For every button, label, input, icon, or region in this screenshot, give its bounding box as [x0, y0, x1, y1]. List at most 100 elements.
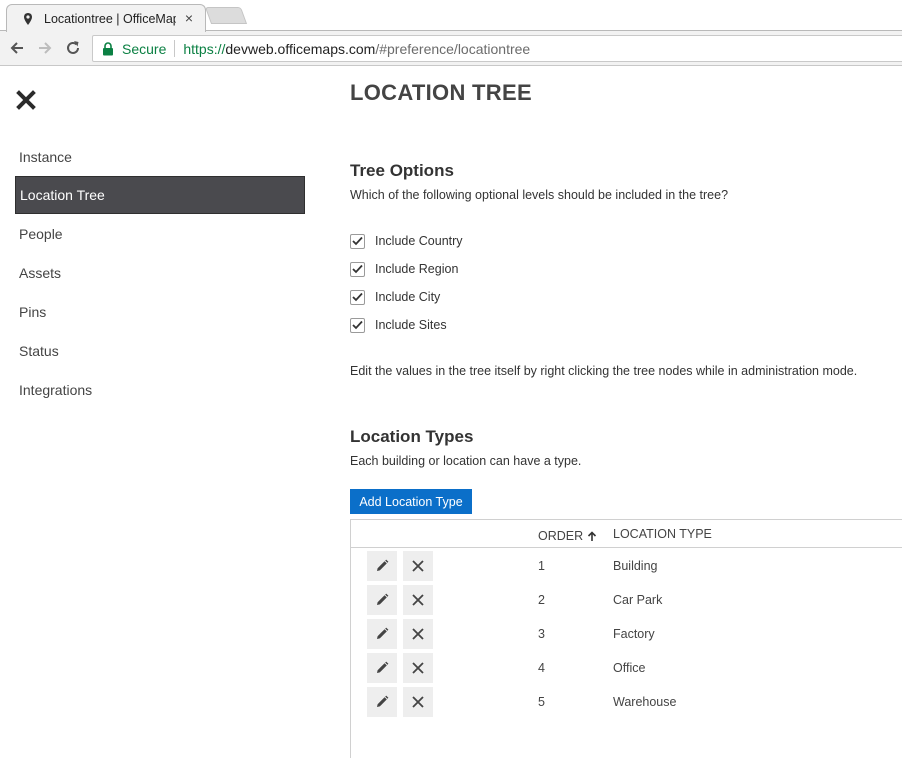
include-city-checkbox[interactable]: Include City [350, 289, 440, 305]
checkbox-label: Include Country [375, 234, 463, 248]
row-location-type: Factory [613, 627, 655, 641]
url-path: /#preference/locationtree [375, 40, 531, 57]
lock-icon [102, 41, 114, 56]
browser-tab[interactable]: Locationtree | OfficeMaps × [6, 4, 206, 32]
row-location-type: Building [613, 559, 658, 573]
row-order: 4 [538, 661, 545, 675]
tab-title: Locationtree | OfficeMaps [44, 11, 176, 26]
close-icon[interactable] [16, 90, 36, 110]
close-icon [412, 628, 424, 640]
close-icon [412, 696, 424, 708]
new-tab-button[interactable] [204, 7, 248, 24]
forward-button[interactable] [33, 36, 57, 60]
page-title: LOCATION TREE [350, 80, 532, 105]
sidebar-item-label: Status [19, 342, 59, 359]
row-location-type: Car Park [613, 593, 663, 607]
secure-label: Secure [122, 40, 167, 57]
edit-button[interactable] [367, 687, 397, 717]
sidebar-item-label: Instance [19, 148, 72, 165]
row-order: 5 [538, 695, 545, 709]
close-icon [412, 662, 424, 674]
sidebar-item-label: Integrations [19, 381, 93, 398]
sidebar-item-status[interactable]: Status [15, 331, 305, 370]
checkbox-box[interactable] [350, 261, 365, 277]
edit-button[interactable] [367, 619, 397, 649]
checkbox-box[interactable] [350, 289, 365, 305]
tree-options-question: Which of the following optional levels s… [350, 188, 729, 202]
row-location-type: Office [613, 661, 646, 675]
sidebar-item-label: Location Tree [20, 187, 105, 203]
table-header: ORDER LOCATION TYPE [351, 520, 902, 548]
pencil-icon [377, 695, 389, 707]
map-pin-icon [21, 12, 35, 26]
edit-button[interactable] [367, 585, 397, 615]
reload-icon [67, 41, 79, 54]
row-order: 2 [538, 593, 545, 607]
table-row: 1 Building [351, 549, 902, 583]
arrow-left-icon [10, 42, 23, 54]
sidebar-item-integrations[interactable]: Integrations [15, 370, 305, 409]
table-row: 2 Car Park [351, 583, 902, 617]
checkbox-label: Include Region [375, 262, 459, 276]
table-row: 5 Warehouse [351, 685, 902, 719]
checkbox-box[interactable] [350, 317, 365, 333]
sidebar-item-label: Pins [19, 303, 47, 320]
column-header-label: ORDER [538, 529, 584, 543]
browser-tab-bar: Locationtree | OfficeMaps × [0, 0, 902, 32]
delete-button[interactable] [403, 687, 433, 717]
address-separator [174, 40, 176, 57]
check-icon [352, 292, 363, 302]
check-icon [352, 236, 363, 246]
row-order: 1 [538, 559, 545, 573]
sidebar-item-assets[interactable]: Assets [15, 253, 305, 292]
close-icon [412, 594, 424, 606]
checkbox-label: Include Sites [375, 318, 447, 332]
delete-button[interactable] [403, 585, 433, 615]
sidebar-item-label: People [19, 225, 63, 242]
sidebar-item-instance[interactable]: Instance [15, 137, 305, 176]
sort-arrow-up-icon [588, 530, 597, 541]
browser-toolbar: Secure https://devweb.officemaps.com/#pr… [0, 31, 902, 66]
pencil-icon [377, 627, 389, 639]
reload-button[interactable] [61, 36, 85, 60]
sidebar-item-location-tree[interactable]: Location Tree [15, 176, 305, 214]
address-bar[interactable]: Secure https://devweb.officemaps.com/#pr… [92, 35, 902, 62]
table-row: 3 Factory [351, 617, 902, 651]
include-sites-checkbox[interactable]: Include Sites [350, 317, 447, 333]
preferences-sidebar: Instance Location Tree People Assets Pin… [15, 137, 305, 409]
check-icon [352, 264, 363, 274]
add-location-type-button[interactable]: Add Location Type [350, 489, 472, 514]
url-scheme: https:// [183, 40, 226, 57]
edit-button[interactable] [367, 551, 397, 581]
tree-edit-note: Edit the values in the tree itself by ri… [350, 364, 858, 378]
include-country-checkbox[interactable]: Include Country [350, 233, 463, 249]
pencil-icon [377, 559, 389, 571]
location-types-table: ORDER LOCATION TYPE 1 Building 2 Car Par… [350, 519, 902, 758]
pencil-icon [377, 661, 389, 673]
include-region-checkbox[interactable]: Include Region [350, 261, 458, 277]
location-types-description: Each building or location can have a typ… [350, 454, 582, 468]
pencil-icon [377, 593, 389, 605]
tab-close-icon[interactable]: × [182, 11, 196, 25]
delete-button[interactable] [403, 551, 433, 581]
sidebar-item-pins[interactable]: Pins [15, 292, 305, 331]
row-order: 3 [538, 627, 545, 641]
edit-button[interactable] [367, 653, 397, 683]
sidebar-item-people[interactable]: People [15, 214, 305, 253]
back-button[interactable] [5, 36, 29, 60]
tree-options-title: Tree Options [350, 161, 454, 180]
column-header-order[interactable]: ORDER [538, 529, 597, 543]
check-icon [352, 320, 363, 330]
checkbox-label: Include City [375, 290, 441, 304]
arrow-right-icon [39, 42, 52, 54]
table-row: 4 Office [351, 651, 902, 685]
column-header-location-type[interactable]: LOCATION TYPE [613, 527, 712, 541]
close-icon [412, 560, 424, 572]
location-types-title: Location Types [350, 427, 474, 446]
delete-button[interactable] [403, 619, 433, 649]
delete-button[interactable] [403, 653, 433, 683]
sidebar-item-label: Assets [19, 264, 62, 281]
checkbox-box[interactable] [350, 233, 365, 249]
url-host: devweb.officemaps.com [225, 40, 376, 57]
row-location-type: Warehouse [613, 695, 677, 709]
